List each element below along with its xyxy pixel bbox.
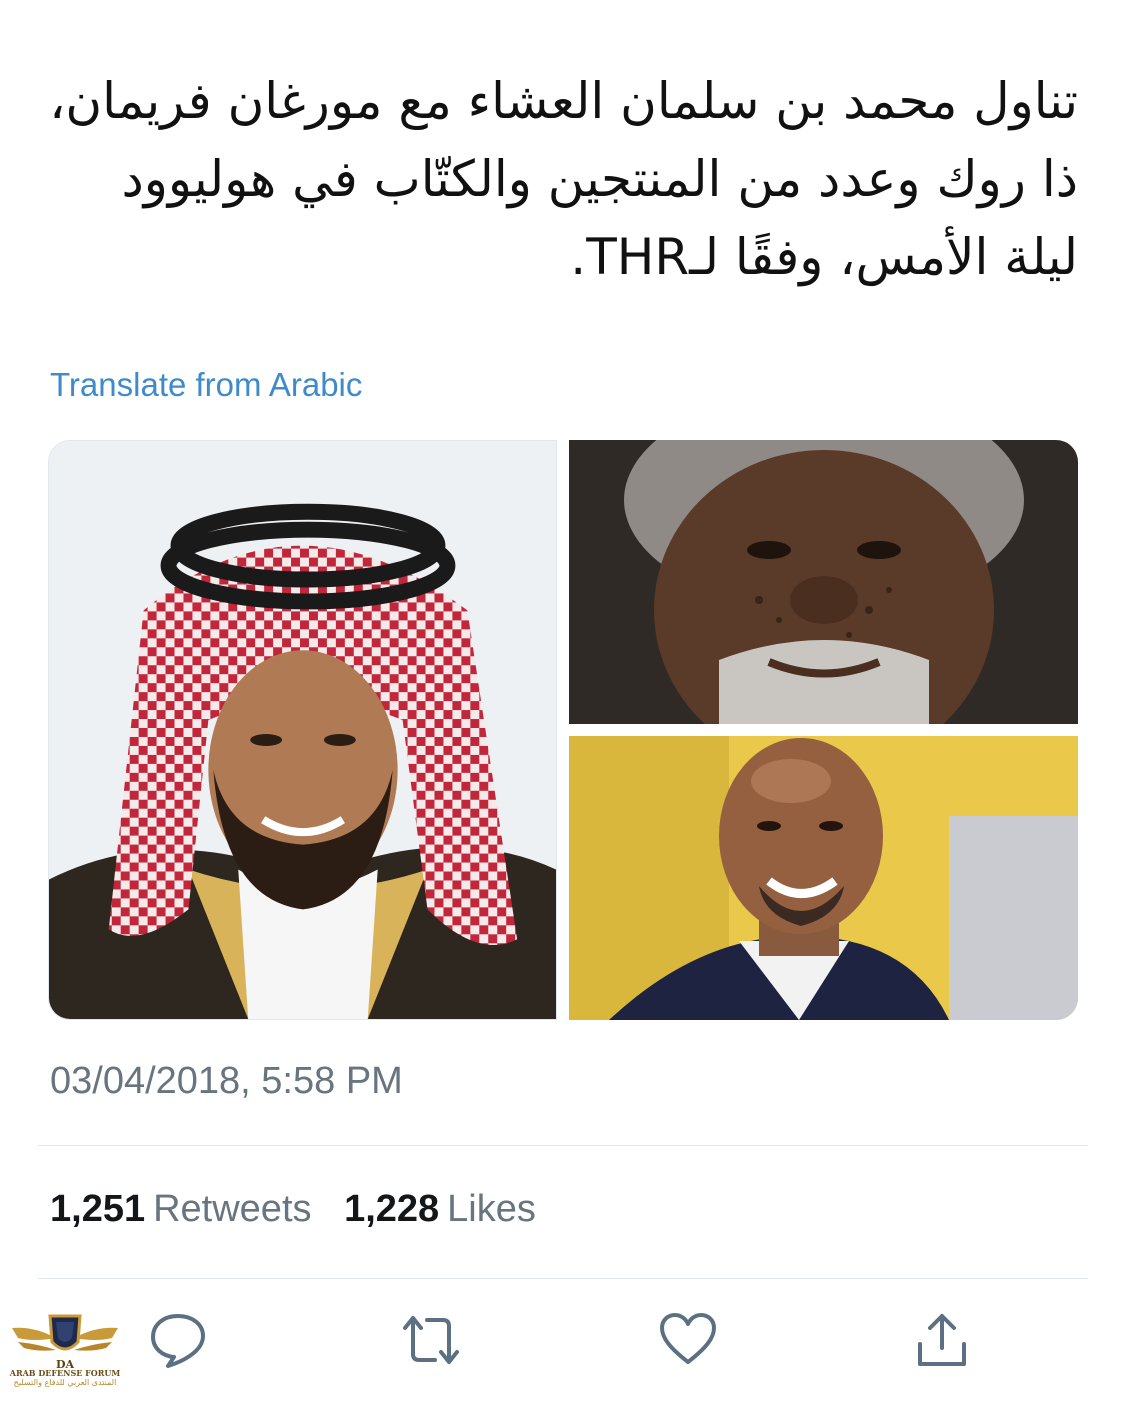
speech-bubble-icon — [151, 1314, 205, 1368]
retweets-label: Retweets — [153, 1188, 312, 1230]
watermark-title: ARAB DEFENSE FORUM — [9, 1368, 121, 1378]
share-button[interactable] — [912, 1310, 972, 1370]
tweet-stats: 1,251 Retweets 1,228 Likes — [50, 1188, 558, 1231]
watermark-subtitle: المنتدى العربي للدفاع والتسليح — [13, 1378, 117, 1387]
tweet-photo-3[interactable] — [569, 736, 1078, 1020]
tweet-text: تناول محمد بن سلمان العشاء مع مورغان فري… — [49, 72, 1078, 286]
retweets-stat[interactable]: 1,251 Retweets — [50, 1188, 312, 1231]
share-upload-icon — [918, 1314, 966, 1366]
retweet-button[interactable] — [401, 1310, 461, 1370]
media-grid — [48, 440, 1078, 1020]
arab-defense-forum-watermark: DA ARAB DEFENSE FORUM المنتدى العربي للد… — [4, 1308, 126, 1402]
tweet-timestamp: 03/04/2018, 5:58 PM — [50, 1060, 403, 1102]
retweet-arrows-icon — [403, 1316, 459, 1364]
tweet-photo-2[interactable] — [569, 440, 1078, 724]
retweets-count: 1,251 — [50, 1188, 146, 1230]
reply-button[interactable] — [148, 1310, 208, 1370]
translate-link[interactable]: Translate from Arabic — [50, 366, 362, 404]
tweet-photo-1[interactable] — [48, 440, 557, 1020]
heart-icon — [660, 1313, 716, 1364]
like-button[interactable] — [658, 1310, 718, 1370]
likes-count: 1,228 — [344, 1188, 440, 1230]
winged-shield-logo-icon: DA — [12, 1314, 118, 1371]
divider — [38, 1145, 1088, 1146]
tweet-actions-bar — [0, 1310, 1125, 1380]
likes-stat[interactable]: 1,228 Likes — [344, 1188, 536, 1231]
divider — [38, 1278, 1088, 1279]
likes-label: Likes — [447, 1188, 536, 1230]
